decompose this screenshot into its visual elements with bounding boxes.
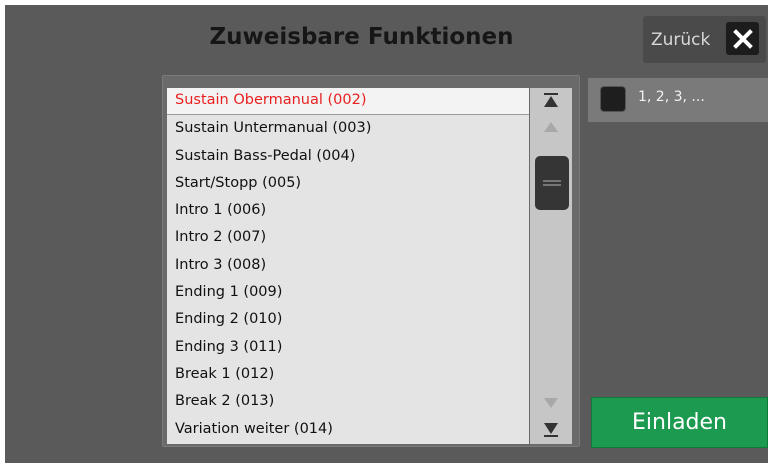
- list-item[interactable]: Intro 1 (006): [167, 197, 529, 224]
- back-button[interactable]: Zurück: [643, 16, 766, 63]
- numbering-label: 1, 2, 3, ...: [638, 89, 705, 105]
- list-item[interactable]: Break 2 (013): [167, 388, 529, 415]
- scrollbar-thumb[interactable]: [535, 156, 569, 210]
- scroll-up-icon[interactable]: [530, 114, 572, 138]
- list-item-selected[interactable]: Sustain Obermanual (002): [167, 88, 529, 116]
- scroll-to-bottom-icon[interactable]: [530, 418, 572, 442]
- dialog-title: Zuweisbare Funktionen: [209, 24, 514, 50]
- numbering-option[interactable]: 1, 2, 3, ...: [588, 78, 768, 122]
- list-item[interactable]: Break 1 (012): [167, 361, 529, 388]
- list-item[interactable]: Variation weiter (014): [167, 416, 529, 443]
- scroll-to-top-icon[interactable]: [530, 88, 572, 112]
- list-item[interactable]: Start/Stopp (005): [167, 170, 529, 197]
- load-button[interactable]: Einladen: [591, 397, 768, 448]
- list-scrollbar[interactable]: [530, 88, 572, 444]
- close-icon[interactable]: [726, 22, 759, 55]
- list-item[interactable]: Ending 3 (011): [167, 334, 529, 361]
- grip-icon: [543, 180, 561, 182]
- list-item[interactable]: Intro 2 (007): [167, 224, 529, 251]
- list-item[interactable]: Sustain Bass-Pedal (004): [167, 143, 529, 170]
- function-list[interactable]: Sustain Obermanual (002) Sustain Unterma…: [167, 88, 529, 444]
- back-button-label: Zurück: [651, 29, 711, 50]
- list-item[interactable]: Ending 1 (009): [167, 279, 529, 306]
- list-item[interactable]: Intro 3 (008): [167, 252, 529, 279]
- function-list-frame: Sustain Obermanual (002) Sustain Unterma…: [162, 75, 580, 447]
- numbering-checkbox[interactable]: [600, 86, 626, 112]
- list-item[interactable]: Sustain Untermanual (003): [167, 115, 529, 142]
- scroll-down-icon[interactable]: [530, 392, 572, 416]
- list-item[interactable]: Ending 2 (010): [167, 306, 529, 333]
